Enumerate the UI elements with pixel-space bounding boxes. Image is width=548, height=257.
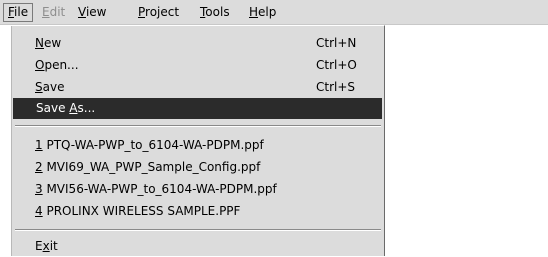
menu-separator (15, 125, 381, 127)
menu-help[interactable]: Help (245, 4, 280, 21)
menu-edit[interactable]: Edit (38, 4, 69, 21)
menu-file-label: ile (14, 5, 29, 19)
menu-bar: File Edit View Project Tools Help (0, 0, 548, 25)
menu-edit-accel: E (42, 5, 50, 19)
menu-item-save[interactable]: Save Ctrl+S (13, 77, 382, 98)
recent-file-3-text: MVI56-WA-PWP_to_6104-WA-PDPM.ppf (42, 182, 277, 196)
menu-item-exit-pre: E (35, 239, 43, 253)
menu-item-exit[interactable]: Exit (13, 236, 382, 257)
recent-file-4-text: PROLINX WIRELESS SAMPLE.PPF (42, 204, 241, 218)
recent-file-2[interactable]: 2 MVI69_WA_PWP_Sample_Config.ppf (13, 157, 382, 178)
menu-item-exit-accel: x (42, 239, 50, 253)
menu-item-save-as-accel: A (69, 101, 78, 115)
recent-file-3-accel: 3 (35, 182, 43, 196)
menu-item-save-text: ave (42, 80, 65, 94)
recent-file-2-accel: 2 (35, 160, 43, 174)
menu-file[interactable]: File (3, 3, 34, 22)
menu-edit-label: dit (49, 5, 66, 19)
menu-item-save-as[interactable]: Save As... (13, 98, 382, 119)
menu-item-new-accel: N (35, 36, 44, 50)
recent-file-4-accel: 4 (35, 204, 43, 218)
menu-item-save-label: Save (35, 77, 64, 98)
menu-view-accel: V (78, 5, 86, 19)
menu-project-label: roject (145, 5, 180, 19)
menu-project[interactable]: Project (134, 4, 183, 21)
recent-file-2-label: 2 MVI69_WA_PWP_Sample_Config.ppf (35, 157, 260, 178)
recent-file-4[interactable]: 4 PROLINX WIRELESS SAMPLE.PPF (13, 201, 382, 222)
menu-view-label: iew (85, 5, 107, 19)
menu-view[interactable]: View (74, 4, 110, 21)
menu-tools-label: ools (205, 5, 230, 19)
recent-file-1[interactable]: 1 PTQ-WA-PWP_to_6104-WA-PDPM.ppf (13, 135, 382, 156)
menu-help-label: elp (258, 5, 277, 19)
menu-item-open-text: pen... (44, 58, 79, 72)
menu-item-new-shortcut: Ctrl+N (316, 36, 357, 50)
menu-item-exit-label: Exit (35, 236, 58, 257)
menu-item-save-as-pre: Save (36, 101, 70, 115)
menu-item-open[interactable]: Open... Ctrl+O (13, 55, 382, 76)
menu-item-exit-text: it (49, 239, 58, 253)
menu-item-new-label: New (35, 33, 61, 54)
recent-file-1-text: PTQ-WA-PWP_to_6104-WA-PDPM.ppf (42, 138, 264, 152)
file-menu-dropdown: New Ctrl+N Open... Ctrl+O Save Ctrl+S Sa… (10, 25, 385, 256)
menu-item-open-shortcut: Ctrl+O (316, 58, 357, 72)
menu-item-new[interactable]: New Ctrl+N (13, 33, 382, 54)
menu-tools[interactable]: Tools (196, 4, 234, 21)
menu-help-accel: H (249, 5, 259, 19)
menu-item-save-accel: S (35, 80, 43, 94)
recent-file-4-label: 4 PROLINX WIRELESS SAMPLE.PPF (35, 201, 240, 222)
menu-project-accel: P (138, 5, 146, 19)
menu-item-save-as-label: Save As... (36, 98, 95, 119)
menu-item-save-as-text: s... (77, 101, 96, 115)
recent-file-3[interactable]: 3 MVI56-WA-PWP_to_6104-WA-PDPM.ppf (13, 179, 382, 200)
recent-file-1-accel: 1 (35, 138, 43, 152)
menu-item-save-shortcut: Ctrl+S (316, 80, 356, 94)
menu-item-open-label: Open... (35, 55, 79, 76)
menu-item-new-text: ew (43, 36, 62, 50)
recent-file-2-text: MVI69_WA_PWP_Sample_Config.ppf (42, 160, 261, 174)
recent-file-1-label: 1 PTQ-WA-PWP_to_6104-WA-PDPM.ppf (35, 135, 264, 156)
menu-separator (15, 229, 381, 231)
recent-file-3-label: 3 MVI56-WA-PWP_to_6104-WA-PDPM.ppf (35, 179, 277, 200)
